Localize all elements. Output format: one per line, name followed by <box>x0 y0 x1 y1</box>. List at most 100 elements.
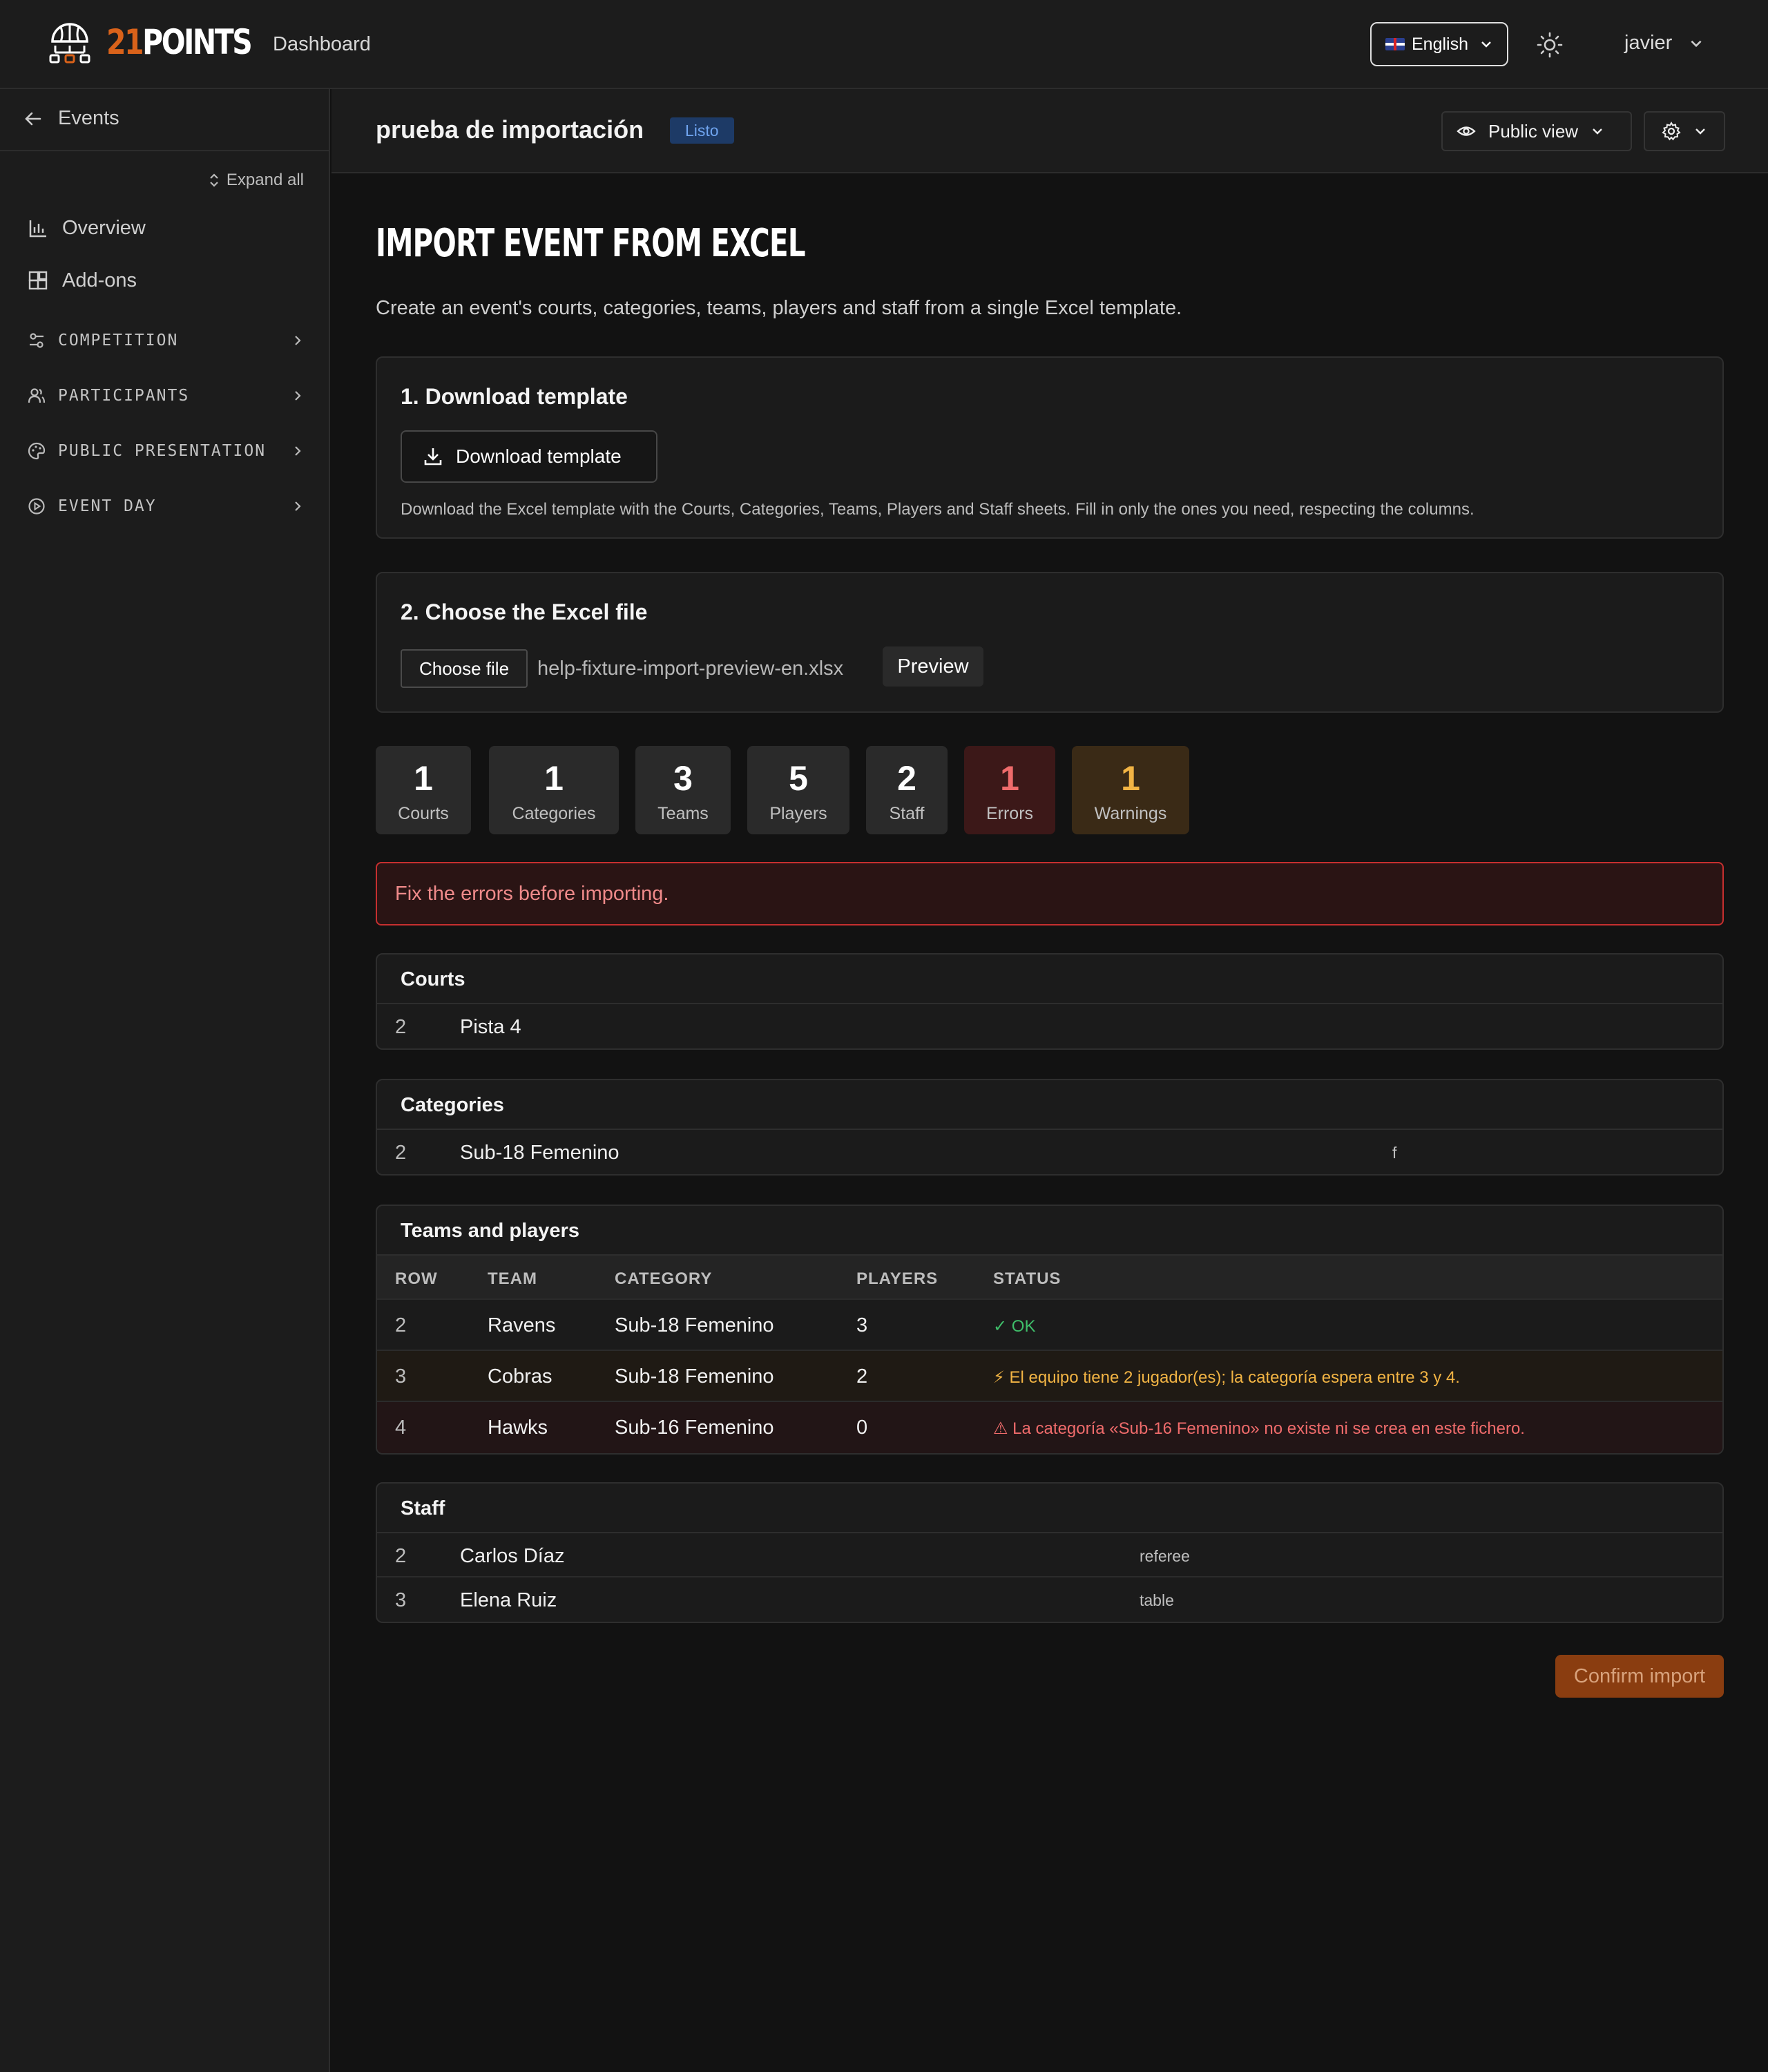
step2-title: 2. Choose the Excel file <box>401 599 648 624</box>
sidebar-group-public-presentation[interactable]: PUBLIC PRESENTATION <box>28 442 304 460</box>
back-label: Events <box>58 107 119 129</box>
table-row: 4 Hawks Sub-16 Femenino 0 ⚠ La categoría… <box>377 1402 1722 1453</box>
public-view-label: Public view <box>1488 120 1579 142</box>
error-alert-text: Fix the errors before importing. <box>395 883 669 905</box>
row-number: 2 <box>395 1314 407 1336</box>
team-category: Sub-18 Femenino <box>615 1314 774 1336</box>
status-badge: Listo <box>670 117 734 144</box>
table-row: 2 Ravens Sub-18 Femenino 3 ✓ OK <box>377 1300 1722 1351</box>
team-players: 2 <box>856 1365 868 1388</box>
stat-label: Courts <box>398 804 449 823</box>
column-header: ROW <box>395 1269 438 1288</box>
teams-table: Teams and players ROW TEAM CATEGORY PLAY… <box>376 1205 1724 1455</box>
user-menu[interactable]: javier <box>1624 32 1704 55</box>
team-players: 3 <box>856 1314 868 1336</box>
teams-header: Teams and players <box>377 1206 1722 1256</box>
column-header: TEAM <box>488 1269 537 1288</box>
puzzle-icon <box>28 271 48 289</box>
sidebar: Events Expand all Overview Add-ons COMPE… <box>0 89 330 2072</box>
table-row: 2 Carlos Díaz referee <box>377 1533 1722 1577</box>
intro-text: Create an event's courts, categories, te… <box>376 297 1182 319</box>
download-template-card: 1. Download template Download template D… <box>376 356 1724 539</box>
category-gender: f <box>1392 1144 1397 1162</box>
stat-value: 2 <box>897 759 916 798</box>
staff-role: referee <box>1140 1547 1190 1565</box>
choose-file-button[interactable]: Choose file <box>401 649 528 688</box>
chevron-down-icon <box>1691 40 1702 47</box>
stat-label: Players <box>769 804 827 823</box>
logo[interactable]: 21POINTS <box>48 21 282 64</box>
expand-all-label: Expand all <box>226 171 304 189</box>
expand-all-button[interactable]: Expand all <box>207 171 304 190</box>
confirm-import-button[interactable]: Confirm import <box>1555 1655 1724 1698</box>
stat-value: 3 <box>673 759 693 798</box>
palette-icon <box>28 442 46 460</box>
categories-title: Categories <box>401 1094 504 1116</box>
stat-categories: 1 Categories <box>489 746 619 834</box>
stat-players: 5 Players <box>747 746 849 834</box>
sidebar-divider <box>0 150 330 151</box>
sidebar-group-participants[interactable]: PARTICIPANTS <box>28 387 304 405</box>
teams-title: Teams and players <box>401 1220 579 1242</box>
step1-title: 1. Download template <box>401 384 628 409</box>
stat-label: Categories <box>512 804 596 823</box>
download-template-button[interactable]: Download template <box>401 430 657 483</box>
chevron-down-icon <box>1481 41 1491 48</box>
table-row: 3 Elena Ruiz table <box>377 1577 1722 1622</box>
staff-name: Elena Ruiz <box>460 1589 557 1611</box>
language-select[interactable]: English <box>1370 22 1508 66</box>
logo-text: 21POINTS <box>106 22 253 62</box>
settings-menu-button[interactable] <box>1644 111 1725 151</box>
row-number: 2 <box>395 1142 407 1164</box>
status-error: ⚠ La categoría «Sub-16 Femenino» no exis… <box>993 1419 1525 1438</box>
bar-chart-icon <box>29 220 46 237</box>
stat-value: 1 <box>1121 759 1140 798</box>
status-ok: ✓ OK <box>993 1317 1036 1336</box>
chevrons-up-down-icon <box>210 173 218 187</box>
team-name: Cobras <box>488 1365 552 1388</box>
eye-icon <box>1457 126 1476 136</box>
page-title: prueba de importación <box>376 115 644 144</box>
sun-icon[interactable] <box>1536 31 1564 59</box>
sidebar-group-competition[interactable]: COMPETITION <box>28 332 304 349</box>
chevron-right-icon <box>295 391 301 401</box>
gear-icon <box>1662 122 1681 141</box>
categories-table: Categories 2 Sub-18 Femenino f <box>376 1079 1724 1176</box>
row-number: 2 <box>395 1545 407 1567</box>
chevron-down-icon <box>1593 128 1602 135</box>
nav-dashboard-link[interactable]: Dashboard <box>273 33 371 56</box>
download-template-label: Download template <box>456 445 622 467</box>
courts-table: Courts 2 Pista 4 <box>376 953 1724 1050</box>
sidebar-group-label: EVENT DAY <box>58 497 157 515</box>
preview-button[interactable]: Preview <box>883 646 983 687</box>
staff-name: Carlos Díaz <box>460 1545 565 1567</box>
sidebar-group-event-day[interactable]: EVENT DAY <box>28 497 304 515</box>
stat-value: 1 <box>1000 759 1019 798</box>
sidebar-item-overview[interactable]: Overview <box>28 217 146 240</box>
row-number: 2 <box>395 1016 407 1038</box>
download-icon <box>424 448 442 466</box>
status-warning: ⚡ El equipo tiene 2 jugador(es); la cate… <box>993 1368 1460 1387</box>
stat-teams: 3 Teams <box>635 746 731 834</box>
play-circle-icon <box>28 498 45 515</box>
stat-courts: 1 Courts <box>376 746 471 834</box>
back-to-events-link[interactable]: Events <box>23 107 119 130</box>
uk-flag-icon <box>1385 38 1405 50</box>
team-name: Ravens <box>488 1314 556 1336</box>
team-players: 0 <box>856 1417 868 1439</box>
sidebar-group-label: PUBLIC PRESENTATION <box>58 442 267 460</box>
table-row: 2 Pista 4 <box>377 1004 1722 1048</box>
stat-label: Errors <box>986 804 1034 823</box>
sidebar-item-add-ons[interactable]: Add-ons <box>28 269 137 292</box>
public-view-button[interactable]: Public view <box>1441 111 1632 151</box>
table-row: 2 Sub-18 Femenino f <box>377 1130 1722 1174</box>
courts-title: Courts <box>401 968 465 990</box>
selected-file-name: help-fixture-import-preview-en.xlsx <box>537 658 844 680</box>
page-header: prueba de importación Listo Public view <box>332 89 1768 173</box>
row-number: 3 <box>395 1589 407 1611</box>
sidebar-item-label: Add-ons <box>62 269 137 291</box>
categories-header: Categories <box>377 1080 1722 1130</box>
sidebar-group-label: PARTICIPANTS <box>58 387 190 405</box>
chevron-down-icon <box>1695 128 1705 135</box>
stat-label: Staff <box>889 804 925 823</box>
